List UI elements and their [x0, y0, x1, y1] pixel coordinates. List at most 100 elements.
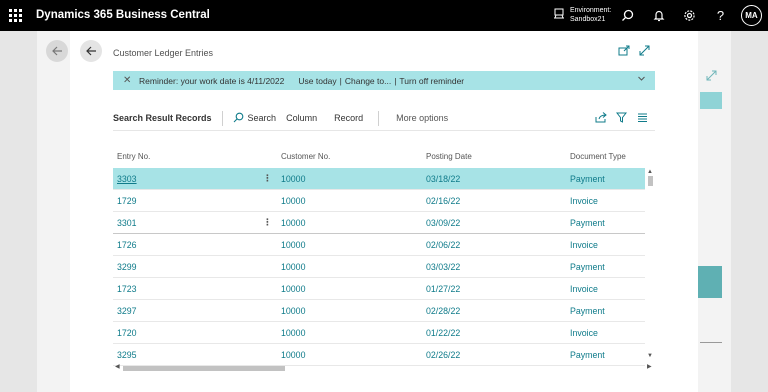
gear-icon[interactable] — [682, 8, 697, 23]
work-date-reminder: ✕ Reminder: your work date is 4/11/2022 … — [113, 71, 655, 90]
table-row[interactable]: 1726 10000 02/06/22 Invoice — [113, 234, 645, 256]
customer-ledger-dialog: Customer Ledger Entries ✕ Reminder: your… — [70, 31, 698, 392]
action-bar: Search Result Records Search Column Reco… — [113, 107, 655, 129]
entry-no-cell[interactable]: 3301 — [117, 218, 137, 228]
open-new-window-icon[interactable] — [617, 44, 630, 57]
environment-label: Environment: — [570, 7, 612, 14]
environment-indicator[interactable]: Environment: Sandbox21 — [553, 6, 611, 24]
row-actions-icon[interactable]: ⋮ — [263, 217, 272, 228]
background-expand-icon — [706, 70, 717, 83]
posting-date-cell[interactable]: 02/16/22 — [426, 196, 460, 206]
background-chevron-box — [700, 92, 722, 109]
change-to-link[interactable]: Change to... — [345, 76, 391, 86]
scroll-left-arrow-icon[interactable]: ◀ — [115, 363, 120, 370]
table-row[interactable]: 3301 ⋮ 10000 03/09/22 Payment — [113, 212, 645, 234]
table-row[interactable]: 1729 10000 02/16/22 Invoice — [113, 190, 645, 212]
separator: | — [394, 75, 397, 86]
record-button[interactable]: Record — [334, 113, 363, 123]
table-row[interactable]: 1720 10000 01/22/22 Invoice — [113, 322, 645, 344]
entry-no-cell[interactable]: 1729 — [117, 196, 137, 206]
back-button[interactable] — [80, 40, 102, 62]
entry-no-cell[interactable]: 3295 — [117, 350, 137, 360]
divider — [378, 110, 380, 126]
posting-date-cell[interactable]: 03/09/22 — [426, 218, 460, 228]
posting-date-cell[interactable]: 02/06/22 — [426, 240, 460, 250]
posting-date-cell[interactable]: 01/27/22 — [426, 284, 460, 294]
environment-icon — [553, 8, 565, 22]
close-icon[interactable]: ✕ — [123, 75, 135, 86]
row-actions-icon[interactable]: ⋮ — [263, 173, 272, 184]
document-type-cell[interactable]: Payment — [570, 262, 605, 272]
column-header-document-type[interactable]: Document Type — [570, 152, 626, 161]
action-bar-title: Search Result Records — [113, 113, 212, 123]
customer-no-cell[interactable]: 10000 — [281, 306, 305, 316]
customer-no-cell[interactable]: 10000 — [281, 174, 305, 184]
app-title[interactable]: Dynamics 365 Business Central — [36, 9, 210, 21]
customer-no-cell[interactable]: 10000 — [281, 196, 305, 206]
document-type-cell[interactable]: Invoice — [570, 240, 598, 250]
customer-no-cell[interactable]: 10000 — [281, 284, 305, 294]
background-teal-panel — [696, 266, 722, 298]
scroll-down-arrow-icon[interactable]: ▼ — [647, 353, 653, 359]
entry-no-cell[interactable]: 1723 — [117, 284, 137, 294]
customer-no-cell[interactable]: 10000 — [281, 350, 305, 360]
posting-date-cell[interactable]: 03/18/22 — [426, 174, 460, 184]
vertical-scrollbar[interactable]: ▲ ▼ — [645, 169, 655, 362]
filter-icon[interactable] — [615, 111, 628, 124]
app-launcher-icon[interactable] — [9, 9, 22, 22]
customer-no-cell[interactable]: 10000 — [281, 218, 305, 228]
table-row[interactable]: 3297 10000 02/28/22 Payment — [113, 300, 645, 322]
user-avatar[interactable]: MA — [741, 5, 762, 26]
search-icon[interactable] — [620, 8, 635, 23]
scroll-up-arrow-icon[interactable]: ▲ — [647, 169, 653, 175]
scroll-right-arrow-icon[interactable]: ▶ — [647, 363, 652, 370]
vertical-scroll-thumb[interactable] — [648, 176, 653, 186]
bell-icon[interactable] — [651, 8, 666, 23]
more-options-button[interactable]: More options — [396, 113, 448, 123]
document-type-cell[interactable]: Payment — [570, 306, 605, 316]
entry-no-cell[interactable]: 3299 — [117, 262, 137, 272]
expand-icon[interactable] — [638, 44, 651, 57]
horizontal-scroll-thumb[interactable] — [123, 366, 285, 371]
search-icon — [233, 112, 244, 125]
dialog-header: Customer Ledger Entries ✕ Reminder: your… — [70, 31, 698, 104]
posting-date-cell[interactable]: 01/22/22 — [426, 328, 460, 338]
chevron-down-icon[interactable] — [637, 74, 646, 85]
horizontal-scrollbar[interactable]: ◀ ▶ — [113, 363, 655, 372]
document-type-cell[interactable]: Payment — [570, 350, 605, 360]
entry-no-cell[interactable]: 1720 — [117, 328, 137, 338]
list-view-icon[interactable] — [636, 111, 649, 124]
app-bar: Dynamics 365 Business Central Environmen… — [0, 0, 768, 31]
document-type-cell[interactable]: Payment — [570, 174, 605, 184]
table-row[interactable]: 1723 10000 01/27/22 Invoice — [113, 278, 645, 300]
separator: | — [339, 75, 342, 86]
column-header-customer-no[interactable]: Customer No. — [281, 152, 330, 161]
background-back-button — [46, 40, 68, 62]
column-header-entry-no[interactable]: Entry No. — [117, 152, 150, 161]
search-label: Search — [247, 113, 277, 123]
entry-no-cell[interactable]: 3303 — [117, 174, 137, 184]
entry-no-cell[interactable]: 3297 — [117, 306, 137, 316]
help-icon[interactable]: ? — [713, 8, 728, 23]
customer-no-cell[interactable]: 10000 — [281, 262, 305, 272]
use-today-link[interactable]: Use today — [298, 76, 336, 86]
column-button[interactable]: Column — [286, 113, 317, 123]
column-header-posting-date[interactable]: Posting Date — [426, 152, 472, 161]
table-row[interactable]: 3299 10000 03/03/22 Payment — [113, 256, 645, 278]
page-title: Customer Ledger Entries — [113, 48, 214, 58]
posting-date-cell[interactable]: 02/28/22 — [426, 306, 460, 316]
document-type-cell[interactable]: Invoice — [570, 284, 598, 294]
document-type-cell[interactable]: Payment — [570, 218, 605, 228]
document-type-cell[interactable]: Invoice — [570, 328, 598, 338]
posting-date-cell[interactable]: 02/26/22 — [426, 350, 460, 360]
posting-date-cell[interactable]: 03/03/22 — [426, 262, 460, 272]
document-type-cell[interactable]: Invoice — [570, 196, 598, 206]
share-icon[interactable] — [594, 111, 607, 124]
action-bar-divider — [113, 130, 655, 131]
entry-no-cell[interactable]: 1726 — [117, 240, 137, 250]
search-button[interactable]: Search — [233, 112, 277, 125]
customer-no-cell[interactable]: 10000 — [281, 328, 305, 338]
table-row[interactable]: 3303 ⋮ 10000 03/18/22 Payment — [113, 168, 645, 190]
turn-off-reminder-link[interactable]: Turn off reminder — [399, 76, 464, 86]
customer-no-cell[interactable]: 10000 — [281, 240, 305, 250]
